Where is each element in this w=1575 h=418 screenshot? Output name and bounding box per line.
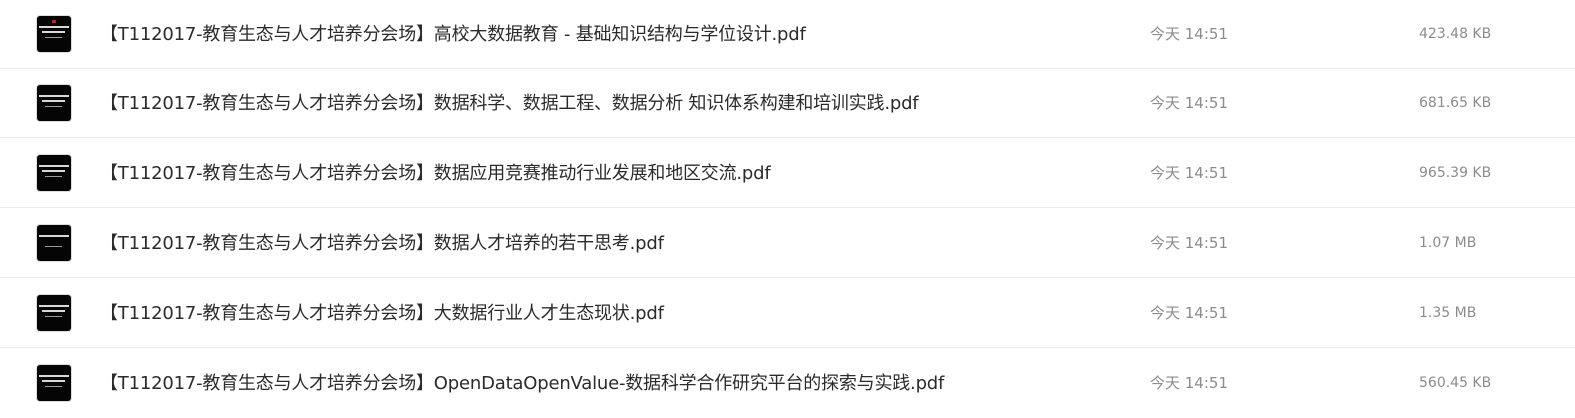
file-modified-time: 今天 14:51 — [1150, 94, 1228, 112]
file-modified-time: 今天 14:51 — [1150, 234, 1228, 252]
pdf-thumbnail-icon[interactable] — [37, 155, 71, 191]
file-list: 【T112017-教育生态与人才培养分会场】高校大数据教育 - 基础知识结构与学… — [0, 0, 1575, 418]
file-size: 1.07 MB — [1419, 235, 1477, 251]
pdf-thumbnail-icon[interactable] — [37, 16, 71, 52]
file-modified-time: 今天 14:51 — [1150, 25, 1228, 43]
file-row[interactable]: 【T112017-教育生态与人才培养分会场】数据人才培养的若干思考.pdf 今天… — [0, 209, 1575, 278]
file-name[interactable]: 【T112017-教育生态与人才培养分会场】数据科学、数据工程、数据分析 知识体… — [100, 69, 919, 138]
file-name[interactable]: 【T112017-教育生态与人才培养分会场】数据应用竞赛推动行业发展和地区交流.… — [100, 139, 771, 208]
file-row[interactable]: 【T112017-教育生态与人才培养分会场】大数据行业人才生态现状.pdf 今天… — [0, 279, 1575, 348]
file-name[interactable]: 【T112017-教育生态与人才培养分会场】高校大数据教育 - 基础知识结构与学… — [100, 0, 806, 69]
file-size: 423.48 KB — [1419, 26, 1492, 42]
file-size: 681.65 KB — [1419, 95, 1492, 111]
file-size: 965.39 KB — [1419, 165, 1492, 181]
pdf-thumbnail-icon[interactable] — [37, 365, 71, 401]
file-modified-time: 今天 14:51 — [1150, 164, 1228, 182]
file-name[interactable]: 【T112017-教育生态与人才培养分会场】大数据行业人才生态现状.pdf — [100, 279, 664, 348]
file-row[interactable]: 【T112017-教育生态与人才培养分会场】高校大数据教育 - 基础知识结构与学… — [0, 0, 1575, 69]
file-size: 560.45 KB — [1419, 375, 1492, 391]
file-modified-time: 今天 14:51 — [1150, 374, 1228, 392]
file-row[interactable]: 【T112017-教育生态与人才培养分会场】OpenDataOpenValue-… — [0, 349, 1575, 418]
file-name[interactable]: 【T112017-教育生态与人才培养分会场】OpenDataOpenValue-… — [100, 349, 944, 418]
file-size: 1.35 MB — [1419, 305, 1477, 321]
file-row[interactable]: 【T112017-教育生态与人才培养分会场】数据科学、数据工程、数据分析 知识体… — [0, 69, 1575, 138]
file-name[interactable]: 【T112017-教育生态与人才培养分会场】数据人才培养的若干思考.pdf — [100, 209, 664, 278]
pdf-thumbnail-icon[interactable] — [37, 295, 71, 331]
file-modified-time: 今天 14:51 — [1150, 304, 1228, 322]
pdf-thumbnail-icon[interactable] — [37, 225, 71, 261]
file-row[interactable]: 【T112017-教育生态与人才培养分会场】数据应用竞赛推动行业发展和地区交流.… — [0, 139, 1575, 208]
pdf-thumbnail-icon[interactable] — [37, 85, 71, 121]
